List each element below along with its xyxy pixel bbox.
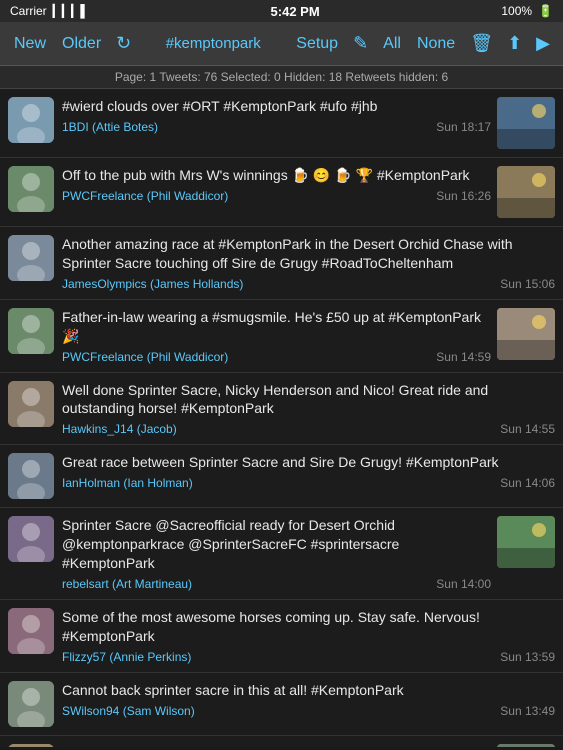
signal-icon: ▎▎▎▌ [53,4,89,18]
tweet-text: Cannot back sprinter sacre in this at al… [62,681,555,700]
new-button[interactable]: New [6,31,54,57]
tweet-thumbnail [497,97,555,149]
tweet-item[interactable]: Some of the most awesome horses coming u… [0,600,563,673]
tweet-author: SWilson94 (Sam Wilson) [62,704,195,718]
tweet-text: Father-in-law wearing a #smugsmile. He's… [62,308,491,346]
tweet-text: Off to the pub with Mrs W's winnings 🍺 😊… [62,166,491,185]
tweet-content: Amazing day at the races #KemptonPark. B… [62,744,491,747]
all-button[interactable]: All [375,31,409,57]
status-time: 5:42 PM [271,4,320,19]
tweet-item[interactable]: Well done Sprinter Sacre, Nicky Henderso… [0,373,563,446]
avatar [8,608,54,654]
tweet-time: Sun 14:06 [500,476,555,490]
refresh-button[interactable]: ↻ [109,29,138,58]
nav-bar: New Older ↻ #kemptonpark Setup ✎ All Non… [0,22,563,66]
info-bar: Page: 1 Tweets: 76 Selected: 0 Hidden: 1… [0,66,563,89]
status-bar: Carrier ▎▎▎▌ 5:42 PM 100% 🔋 [0,0,563,22]
tweet-author: JamesOlympics (James Hollands) [62,277,243,291]
avatar [8,235,54,281]
hashtag-filter[interactable]: #kemptonpark [138,31,288,56]
tweet-content: Cannot back sprinter sacre in this at al… [62,681,555,718]
tweet-meta: JamesOlympics (James Hollands) Sun 15:06 [62,277,555,291]
setup-button[interactable]: Setup [288,31,346,57]
tweet-text: Some of the most awesome horses coming u… [62,608,555,646]
avatar [8,681,54,727]
tweet-meta: Hawkins_J14 (Jacob) Sun 14:55 [62,422,555,436]
battery-icon: 🔋 [538,4,553,18]
tweet-content: Father-in-law wearing a #smugsmile. He's… [62,308,491,364]
tweet-author: Hawkins_J14 (Jacob) [62,422,177,436]
tweet-content: Sprinter Sacre @Sacreofficial ready for … [62,516,491,591]
tweet-text: Another amazing race at #KemptonPark in … [62,235,555,273]
avatar [8,453,54,499]
avatar [8,516,54,562]
tweet-content: #wierd clouds over #ORT #KemptonPark #uf… [62,97,491,134]
tweet-item[interactable]: Cannot back sprinter sacre in this at al… [0,673,563,736]
tweet-time: Sun 15:06 [500,277,555,291]
status-left: Carrier ▎▎▎▌ [10,4,89,18]
tweet-time: Sun 14:00 [436,577,491,591]
tweet-meta: 1BDI (Attie Botes) Sun 18:17 [62,120,491,134]
tweet-content: Another amazing race at #KemptonPark in … [62,235,555,291]
avatar [8,308,54,354]
tweet-time: Sun 16:26 [436,189,491,203]
tweet-list: #wierd clouds over #ORT #KemptonPark #uf… [0,89,563,747]
tweet-text: Well done Sprinter Sacre, Nicky Henderso… [62,381,555,419]
tweet-meta: SWilson94 (Sam Wilson) Sun 13:49 [62,704,555,718]
older-button[interactable]: Older [54,31,109,57]
tweet-author: IanHolman (Ian Holman) [62,476,193,490]
tweet-item[interactable]: Sprinter Sacre @Sacreofficial ready for … [0,508,563,600]
avatar [8,166,54,212]
tweet-author: PWCFreelance (Phil Waddicor) [62,189,228,203]
battery-label: 100% [501,4,532,18]
tweet-time: Sun 13:49 [500,704,555,718]
tweet-thumbnail [497,744,555,747]
tweet-item[interactable]: Off to the pub with Mrs W's winnings 🍺 😊… [0,158,563,227]
edit-button[interactable]: ✎ [346,29,375,58]
tweet-item[interactable]: Father-in-law wearing a #smugsmile. He's… [0,300,563,373]
status-right: 100% 🔋 [501,4,553,18]
play-button[interactable]: ▶ [529,29,557,58]
tweet-time: Sun 14:59 [436,350,491,364]
tweet-meta: Flizzy57 (Annie Perkins) Sun 13:59 [62,650,555,664]
tweet-author: Flizzy57 (Annie Perkins) [62,650,191,664]
tweet-text: Great race between Sprinter Sacre and Si… [62,453,555,472]
tweet-text: #wierd clouds over #ORT #KemptonPark #uf… [62,97,491,116]
tweet-meta: PWCFreelance (Phil Waddicor) Sun 16:26 [62,189,491,203]
tweet-text: Sprinter Sacre @Sacreofficial ready for … [62,516,491,573]
tweet-item[interactable]: #wierd clouds over #ORT #KemptonPark #uf… [0,89,563,158]
trash-button[interactable]: 🗑 [463,29,500,58]
avatar [8,97,54,143]
tweet-item[interactable]: Amazing day at the races #KemptonPark. B… [0,736,563,747]
tweet-meta: IanHolman (Ian Holman) Sun 14:06 [62,476,555,490]
tweet-author: rebelsart (Art Martineau) [62,577,192,591]
tweet-thumbnail [497,516,555,568]
tweet-content: Great race between Sprinter Sacre and Si… [62,453,555,490]
tweet-meta: PWCFreelance (Phil Waddicor) Sun 14:59 [62,350,491,364]
share-button[interactable]: ⬆ [500,29,529,58]
avatar [8,744,54,747]
tweet-content: Off to the pub with Mrs W's winnings 🍺 😊… [62,166,491,203]
carrier-label: Carrier [10,4,47,18]
tweet-content: Well done Sprinter Sacre, Nicky Henderso… [62,381,555,437]
tweet-item[interactable]: Another amazing race at #KemptonPark in … [0,227,563,300]
tweet-author: PWCFreelance (Phil Waddicor) [62,350,228,364]
tweet-time: Sun 14:55 [500,422,555,436]
tweet-thumbnail [497,308,555,360]
tweet-time: Sun 13:59 [500,650,555,664]
avatar [8,381,54,427]
tweet-content: Some of the most awesome horses coming u… [62,608,555,664]
tweet-item[interactable]: Great race between Sprinter Sacre and Si… [0,445,563,508]
tweet-time: Sun 18:17 [436,120,491,134]
tweet-text: Amazing day at the races #KemptonPark. B… [62,744,491,747]
tweet-meta: rebelsart (Art Martineau) Sun 14:00 [62,577,491,591]
tweet-author: 1BDI (Attie Botes) [62,120,158,134]
none-button[interactable]: None [409,31,463,57]
tweet-thumbnail [497,166,555,218]
